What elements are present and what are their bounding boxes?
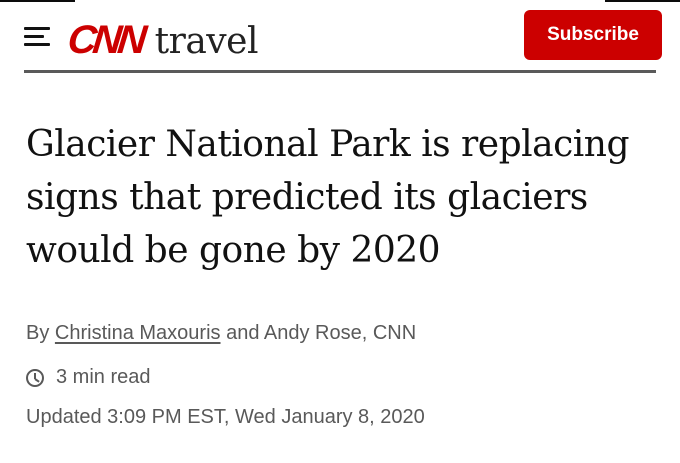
article-byline: By Christina Maxouris and Andy Rose, CNN [26,322,416,345]
byline-prefix: By [26,322,50,344]
top-edge-line-left [0,0,75,2]
updated-timestamp: Updated 3:09 PM EST, Wed January 8, 2020 [26,406,425,428]
read-time-label: 3 min read [56,366,151,388]
article-headline: Glacier National Park is replacing signs… [26,124,630,271]
menu-line [24,27,50,30]
author-link[interactable]: Christina Maxouris [55,322,221,344]
subscribe-button[interactable]: Subscribe [524,10,662,60]
cnn-travel-logo[interactable]: CNN travel [65,14,259,62]
hamburger-menu-icon[interactable] [24,24,50,46]
read-time: 3 min read [26,366,151,389]
section-name: travel [154,21,259,62]
top-edge-line-right [605,0,680,2]
menu-line [24,43,50,46]
menu-line [24,35,44,38]
byline-coauthors: and Andy Rose, CNN [226,322,417,344]
site-header: CNN travel Subscribe [0,10,680,66]
header-divider [24,70,656,73]
cnn-logo-mark: CNN [65,18,145,62]
clock-icon [26,368,44,387]
